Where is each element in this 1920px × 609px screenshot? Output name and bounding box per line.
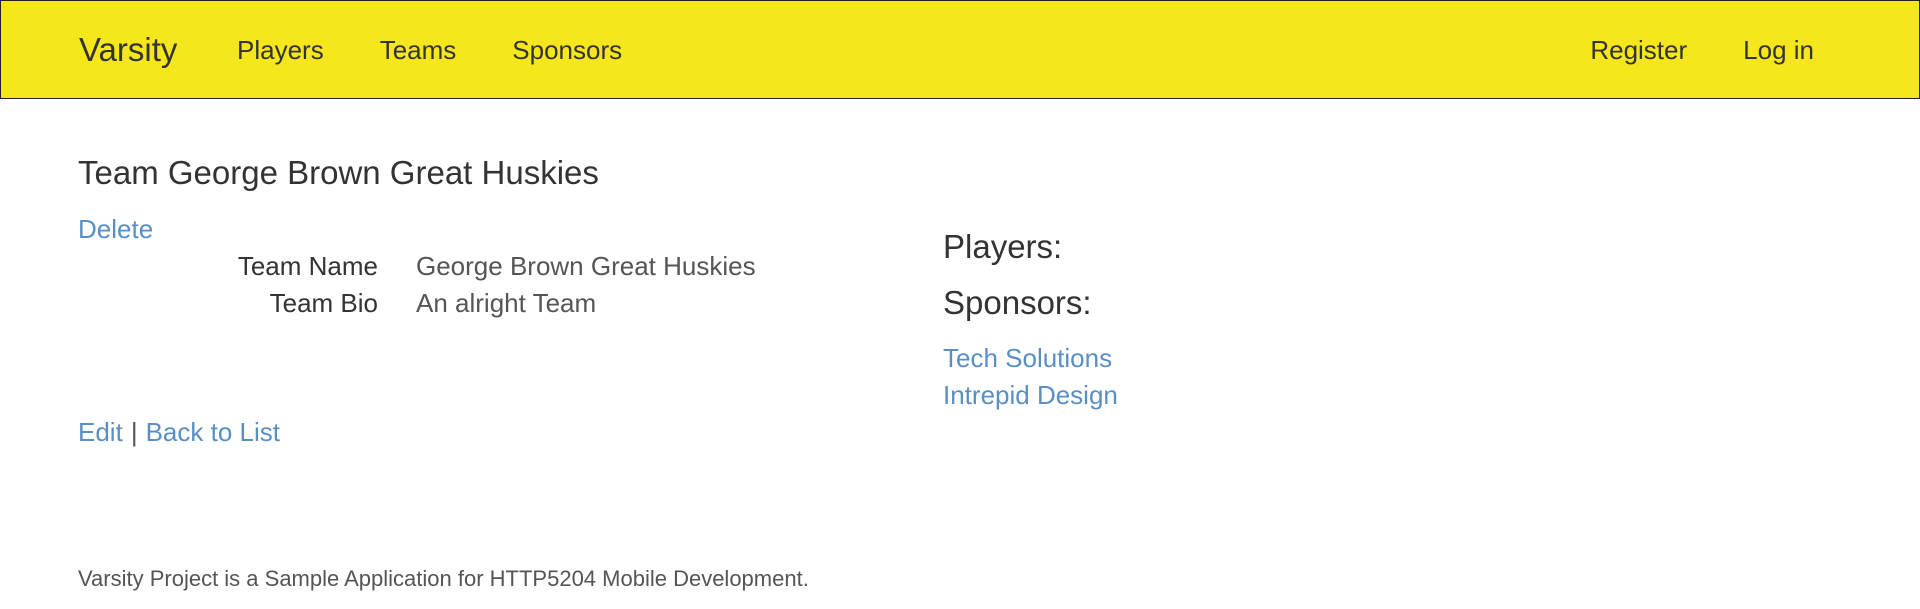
- action-links: Edit | Back to List: [78, 415, 280, 449]
- delete-link[interactable]: Delete: [78, 212, 153, 246]
- detail-value: An alright Team: [416, 288, 597, 318]
- detail-label: Team Bio: [269, 288, 378, 318]
- sponsor-list: Tech Solutions Intrepid Design: [943, 341, 1343, 415]
- nav-link-register[interactable]: Register: [1590, 33, 1687, 67]
- edit-link[interactable]: Edit: [78, 415, 123, 449]
- sponsors-heading: Sponsors:: [943, 284, 1092, 321]
- team-details: Team Name George Brown Great Huskies Tea…: [78, 248, 778, 322]
- nav-right-menu: Register Log in: [1534, 33, 1814, 67]
- detail-row-team-name: Team Name George Brown Great Huskies: [78, 248, 778, 285]
- nav-link-players[interactable]: Players: [237, 33, 324, 67]
- footer-text: Varsity Project is a Sample Application …: [78, 566, 809, 591]
- sponsor-link-intrepid-design[interactable]: Intrepid Design: [943, 380, 1118, 410]
- players-heading: Players:: [943, 228, 1063, 265]
- top-navbar: Varsity Players Teams Sponsors Register …: [0, 0, 1920, 99]
- detail-label: Team Name: [237, 251, 378, 281]
- link-separator: |: [130, 417, 138, 447]
- detail-value: George Brown Great Huskies: [416, 251, 756, 281]
- back-to-list-link[interactable]: Back to List: [146, 415, 280, 449]
- sponsor-link-tech-solutions[interactable]: Tech Solutions: [943, 343, 1112, 373]
- list-item: Tech Solutions: [943, 341, 1343, 378]
- brand-link[interactable]: Varsity: [79, 30, 177, 70]
- detail-row-team-bio: Team Bio An alright Team: [78, 285, 778, 322]
- nav-link-sponsors[interactable]: Sponsors: [512, 33, 622, 67]
- nav-left-menu: Players Teams Sponsors: [237, 33, 678, 67]
- page-title: Team George Brown Great Huskies: [78, 154, 599, 191]
- nav-link-login[interactable]: Log in: [1743, 33, 1814, 67]
- list-item: Intrepid Design: [943, 378, 1343, 415]
- nav-link-teams[interactable]: Teams: [380, 33, 457, 67]
